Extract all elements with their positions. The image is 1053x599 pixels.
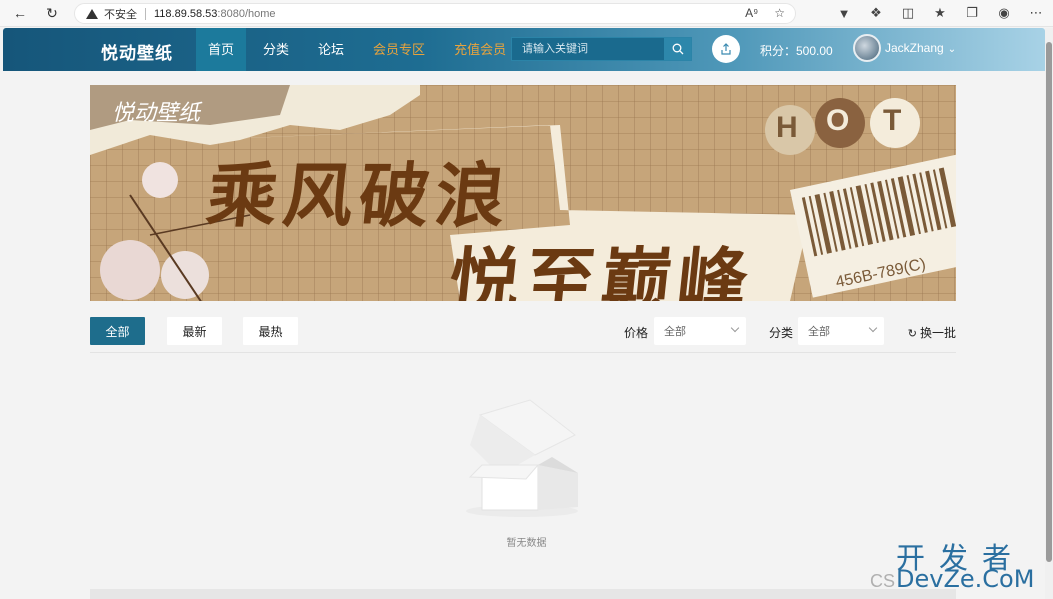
refresh-icon: ↻	[907, 328, 917, 340]
nav-item-home[interactable]: 首页	[196, 28, 247, 71]
warning-icon	[86, 8, 98, 19]
url-host: 118.89.58.53	[154, 7, 218, 20]
favorites-icon[interactable]: ★	[931, 4, 949, 22]
scrollbar-thumb[interactable]	[1046, 42, 1052, 562]
chevron-down-icon: ⌄	[947, 44, 957, 55]
badge-h: H	[776, 111, 798, 144]
search-box	[511, 37, 692, 61]
badge-t: T	[883, 104, 902, 137]
tab-all[interactable]: 全部	[90, 317, 145, 345]
user-menu[interactable]: JackZhang ⌄	[885, 41, 956, 55]
search-input[interactable]	[512, 38, 664, 60]
search-icon	[672, 43, 683, 55]
upload-icon	[721, 43, 731, 55]
nav-item-category[interactable]: 分类	[251, 28, 301, 71]
category-label: 分类	[769, 326, 794, 340]
extensions-icon[interactable]: ❖	[867, 4, 885, 22]
price-label: 价格	[624, 326, 649, 340]
tab-latest[interactable]: 最新	[167, 317, 222, 345]
divider	[90, 352, 956, 353]
read-aloud-icon[interactable]: A⁹	[745, 6, 758, 20]
back-icon[interactable]: ←	[10, 3, 30, 23]
badge-o: O	[826, 104, 850, 137]
browser-toolbar: ← ↻ 不安全 118.89.58.53 :8080/home A⁹ ☆ ▼ ❖…	[0, 0, 1053, 27]
collections-icon[interactable]: ❐	[963, 4, 981, 22]
avatar[interactable]	[853, 34, 881, 62]
upload-button[interactable]	[712, 35, 740, 63]
empty-box-icon	[466, 399, 578, 517]
refresh-batch-label: 换一批	[919, 326, 956, 340]
site-logo[interactable]: 悦动壁纸	[101, 39, 173, 64]
url-path: :8080/home	[217, 7, 276, 20]
banner-headline-2: 悦至巅峰	[445, 240, 758, 301]
refresh-batch-button[interactable]: ↻ 换一批	[908, 324, 956, 341]
filter-bar: 全部 最新 最热 价格 全部 分类 全部 ↻ 换一批	[90, 317, 956, 345]
username: JackZhang	[885, 41, 944, 55]
category-select-value: 全部	[808, 326, 830, 338]
price-select[interactable]: 全部	[654, 317, 746, 345]
address-bar[interactable]: 不安全 118.89.58.53 :8080/home A⁹ ☆	[74, 3, 796, 24]
security-label: 不安全	[104, 8, 137, 21]
profile-icon[interactable]: ◉	[995, 4, 1013, 22]
main-nav: 首页 分类 论坛 会员专区 充值会员	[196, 28, 523, 71]
site-header: 悦动壁纸 首页 分类 论坛 会员专区 充值会员 积分：500.00 JackZh…	[3, 28, 1045, 71]
price-select-value: 全部	[664, 326, 686, 338]
favorite-star-icon[interactable]: ☆	[774, 6, 785, 20]
hero-banner[interactable]: 悦动壁纸 乘风破浪 悦至巅峰 H O T 456B-789(C)	[90, 85, 956, 301]
watermark: CS 开发者 DevZe.CoM	[870, 535, 1050, 595]
watermark-cs: CS	[870, 571, 896, 591]
split-screen-icon[interactable]: ◫	[899, 4, 917, 22]
points-balance: 积分：500.00	[760, 44, 833, 58]
banner-brand: 悦动壁纸	[112, 101, 201, 126]
category-select[interactable]: 全部	[798, 317, 884, 345]
nav-item-recharge[interactable]: 充值会员	[442, 28, 518, 71]
nav-item-member-zone[interactable]: 会员专区	[361, 28, 437, 71]
search-button[interactable]	[664, 38, 691, 60]
nav-item-forum[interactable]: 论坛	[306, 28, 356, 71]
watermark-en: DevZe.CoM	[896, 565, 1035, 593]
tab-hottest[interactable]: 最热	[243, 317, 298, 345]
chevron-down-icon	[730, 323, 740, 333]
chevron-down-icon	[868, 323, 878, 333]
address-separator	[145, 7, 146, 20]
downloads-icon[interactable]: ▼	[835, 4, 853, 22]
refresh-icon[interactable]: ↻	[42, 3, 62, 23]
menu-icon[interactable]: ⋯	[1027, 4, 1045, 22]
scrollbar[interactable]	[1045, 28, 1053, 599]
footer-strip	[90, 589, 956, 599]
